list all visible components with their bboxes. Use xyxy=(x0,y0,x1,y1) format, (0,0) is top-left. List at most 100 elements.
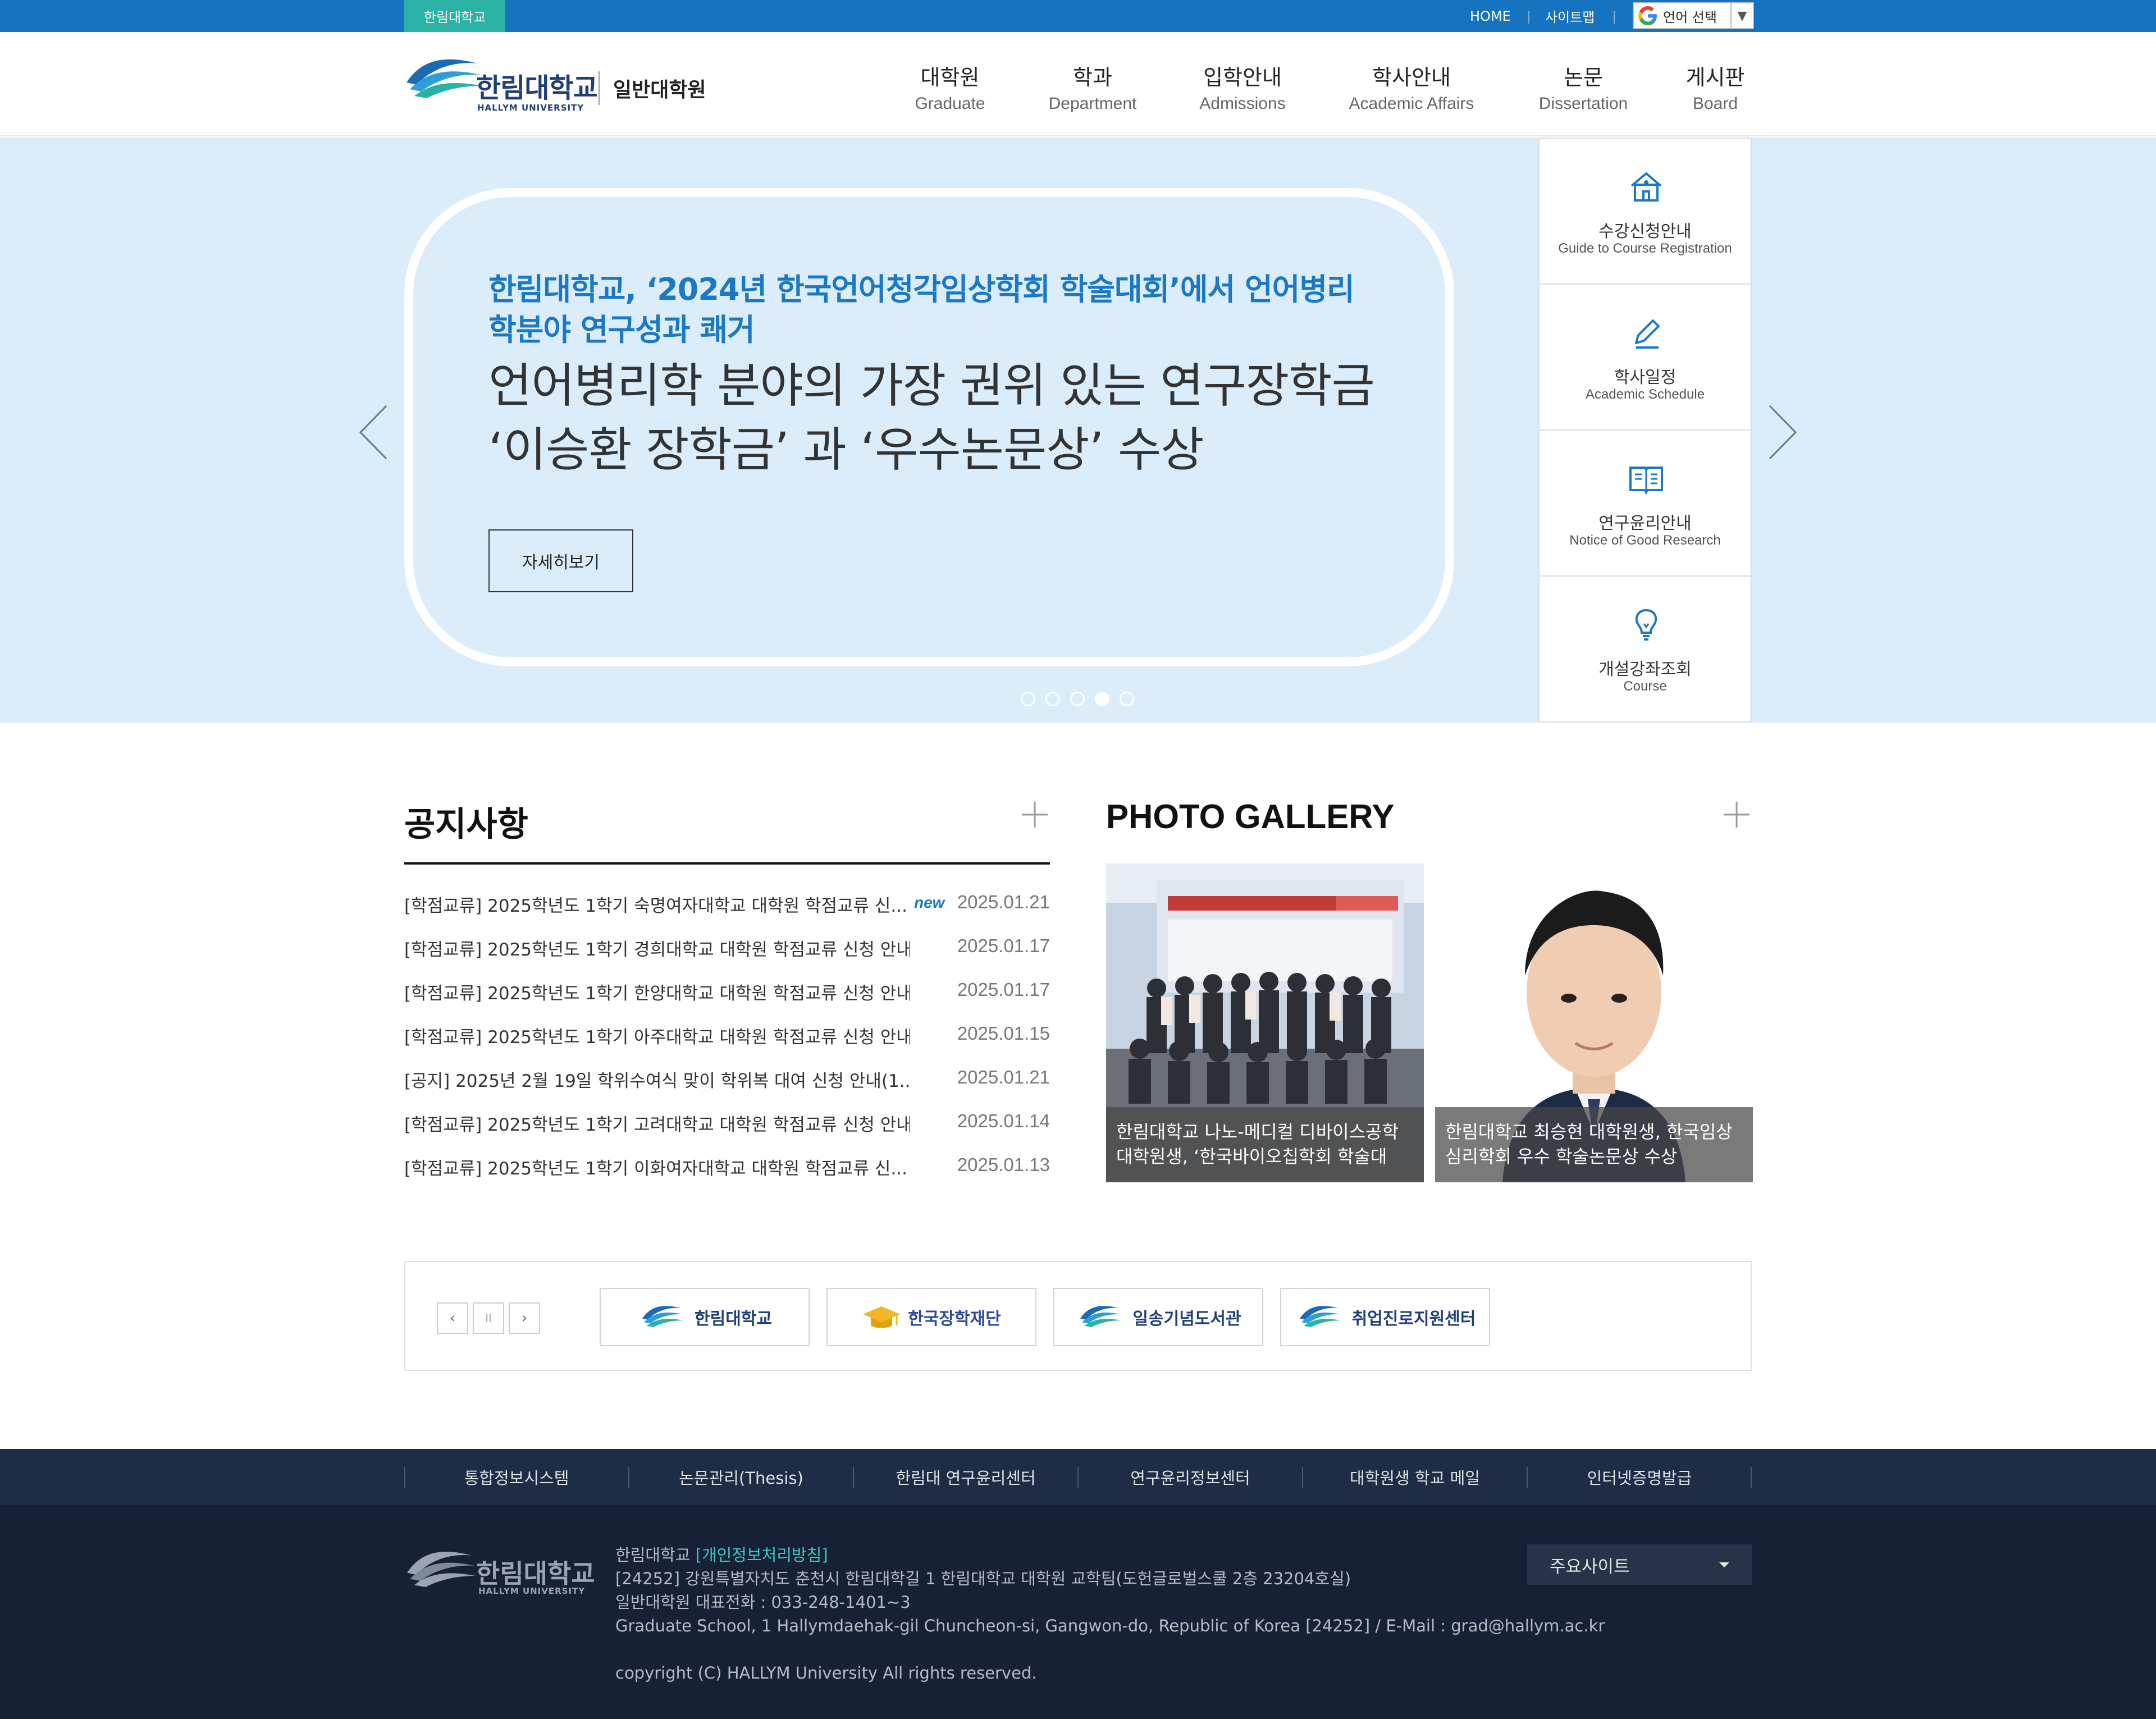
gallery-item[interactable]: 한림대학교 최승현 대학원생, 한국임상심리학회 우수 학술논문상 수상 xyxy=(1435,863,1753,1182)
quick-label-en: Notice of Good Research xyxy=(1569,533,1721,548)
footer-link-certificate[interactable]: 인터넷증명발급 xyxy=(1527,1449,1752,1505)
notice-date: 2025.01.21 xyxy=(957,1067,1050,1087)
partner-label: 취업진로지원센터 xyxy=(1351,1309,1476,1329)
quick-course-registration[interactable]: 수강신청안내 Guide to Course Registration xyxy=(1540,139,1751,285)
notice-title[interactable]: [학점교류] 2025학년도 1학기 고려대학교 대학원 학점교류 신청 안내 xyxy=(404,1110,910,1136)
footer-logo: 한림대학교 HALLYM UNIVERSITY xyxy=(404,1542,595,1610)
pencil-icon xyxy=(1635,319,1660,349)
quick-label-en: Academic Schedule xyxy=(1585,387,1705,402)
notice-title[interactable]: [학점교류] 2025학년도 1학기 이화여자대학교 대학원 학점교류 신... xyxy=(404,1154,910,1179)
book-icon xyxy=(1629,467,1663,495)
quick-menu: 수강신청안내 Guide to Course Registration 학사일정… xyxy=(1538,138,1752,723)
slide-pagination xyxy=(1021,692,1144,706)
notice-title[interactable]: [학점교류] 2025학년도 1학기 아주대학교 대학원 학점교류 신청 안내 xyxy=(404,1023,910,1048)
notice-row[interactable]: [학점교류] 2025학년도 1학기 숙명여자대학교 대학원 학점교류 신...… xyxy=(404,885,1050,918)
new-badge: new xyxy=(914,894,945,911)
footer-link-student-mail[interactable]: 대학원생 학교 메일 xyxy=(1303,1449,1527,1505)
notice-more-plus-icon[interactable] xyxy=(1021,801,1049,829)
nav-label-en: Department xyxy=(1048,94,1137,113)
hero-slider: 한림대학교, ‘2024년 한국언어청각임상학회 학술대회’에서 언어병리학분야… xyxy=(0,138,2156,723)
notice-row[interactable]: [공지] 2025년 2월 19일 학위수여식 맞이 학위복 대여 신청 안내(… xyxy=(404,1060,1050,1094)
slide-dot[interactable] xyxy=(1021,692,1035,706)
hallym-logo[interactable]: 한림대학교 HALLYM UNIVERSITY 일반대학원 xyxy=(404,49,707,122)
partner-pause-button[interactable]: II xyxy=(473,1302,504,1334)
quick-academic-schedule[interactable]: 학사일정 Academic Schedule xyxy=(1540,285,1751,431)
gallery-item[interactable]: 한림대학교 나노-메디컬 디바이스공학 대학원생, ‘한국바이오칩학회 학술대 xyxy=(1106,863,1424,1182)
graduation-cap-icon xyxy=(863,1306,901,1328)
logo-divider xyxy=(599,71,600,105)
partner-hallym[interactable]: 한림대학교 xyxy=(600,1288,810,1346)
partner-next-button[interactable]: › xyxy=(509,1302,540,1334)
home-link[interactable]: HOME xyxy=(1470,0,1511,32)
nav-academic-affairs[interactable]: 학사안내 Academic Affairs xyxy=(1339,60,1484,116)
footer-link-research-ethics-info[interactable]: 연구윤리정보센터 xyxy=(1078,1449,1303,1505)
quick-label-ko: 학사일정 xyxy=(1614,368,1677,387)
nav-label-ko: 대학원 xyxy=(920,65,980,90)
site-tab-hallym[interactable]: 한림대학교 xyxy=(404,0,505,32)
notice-date: 2025.01.21 xyxy=(957,891,1050,912)
google-icon xyxy=(1638,6,1657,25)
site-header: 한림대학교 HALLYM UNIVERSITY 일반대학원 대학원 Gradua… xyxy=(0,32,2156,136)
partner-career-center[interactable]: 취업진로지원센터 xyxy=(1280,1288,1490,1346)
logo-korean-text: 한림대학교 xyxy=(476,72,598,104)
privacy-policy-link[interactable]: [개인정보처리방침] xyxy=(696,1546,828,1565)
notice-section-title: 공지사항 xyxy=(404,805,528,844)
slide-dot[interactable] xyxy=(1070,692,1085,706)
slide-dot[interactable] xyxy=(1120,692,1134,706)
slide-dot-active[interactable] xyxy=(1095,692,1109,706)
read-more-button[interactable]: 자세히보기 xyxy=(488,529,633,592)
nav-label-ko: 입학안내 xyxy=(1203,65,1282,90)
partner-ilsong-library[interactable]: 일송기념도서관 xyxy=(1053,1288,1263,1346)
footer-link-thesis[interactable]: 논문관리(Thesis) xyxy=(629,1449,853,1505)
notice-row[interactable]: [학점교류] 2025학년도 1학기 한양대학교 대학원 학점교류 신청 안내 … xyxy=(404,972,1050,1006)
nav-department[interactable]: 학과 Department xyxy=(1039,60,1146,116)
notice-date: 2025.01.17 xyxy=(957,935,1050,956)
notice-title[interactable]: [공지] 2025년 2월 19일 학위수여식 맞이 학위복 대여 신청 안내(… xyxy=(404,1067,910,1092)
partner-kosaf[interactable]: 한국장학재단 xyxy=(826,1288,1036,1346)
language-select[interactable]: 언어 선택 ▼ xyxy=(1633,2,1754,29)
footer-org: 한림대학교 xyxy=(615,1546,691,1565)
notice-date: 2025.01.17 xyxy=(957,979,1050,1000)
partner-label: 한림대학교 xyxy=(695,1309,772,1329)
sitemap-link[interactable]: 사이트맵 xyxy=(1545,0,1595,32)
nav-dissertation[interactable]: 논문 Dissertation xyxy=(1525,60,1642,116)
partner-prev-button[interactable]: ‹ xyxy=(437,1302,468,1334)
footer-logo-korean: 한림대학교 xyxy=(476,1558,595,1589)
notice-date: 2025.01.14 xyxy=(957,1110,1050,1131)
notice-title[interactable]: [학점교류] 2025학년도 1학기 경희대학교 대학원 학점교류 신청 안내 xyxy=(404,935,910,961)
nav-graduate[interactable]: 대학원 Graduate xyxy=(907,60,993,116)
gallery-more-plus-icon[interactable] xyxy=(1723,801,1751,829)
nav-label-en: Admissions xyxy=(1199,94,1286,113)
nav-label-en: Dissertation xyxy=(1538,94,1628,113)
notice-title[interactable]: [학점교류] 2025학년도 1학기 한양대학교 대학원 학점교류 신청 안내 xyxy=(404,979,910,1004)
family-site-select[interactable]: 주요사이트 xyxy=(1527,1544,1752,1585)
notice-row[interactable]: [학점교류] 2025학년도 1학기 경희대학교 대학원 학점교류 신청 안내 … xyxy=(404,929,1050,962)
top-separator xyxy=(1614,11,1615,24)
caret-down-icon xyxy=(1719,1562,1729,1567)
footer-address: [24252] 강원특별자치도 춘천시 한림대학길 1 한림대학교 대학원 교학… xyxy=(615,1569,1351,1588)
notice-title[interactable]: [학점교류] 2025학년도 1학기 숙명여자대학교 대학원 학점교류 신... xyxy=(404,891,910,917)
nav-label-en: Board xyxy=(1692,94,1738,113)
footer-logo-english: HALLYM UNIVERSITY xyxy=(478,1586,586,1596)
footer-link-integrated-system[interactable]: 통합정보시스템 xyxy=(404,1449,629,1505)
slide-dot[interactable] xyxy=(1045,692,1060,706)
footer-address-english: Graduate School, 1 Hallymdaehak-gil Chun… xyxy=(615,1616,1605,1635)
footer-link-separator xyxy=(1751,1467,1752,1488)
hero-subtitle: 언어병리학 분야의 가장 권위 있는 연구장학금 ‘이승환 장학금’ 과 ‘우수… xyxy=(488,358,1375,477)
hallym-wave-logo-icon xyxy=(407,1552,476,1587)
notice-row[interactable]: [학점교류] 2025학년도 1학기 고려대학교 대학원 학점교류 신청 안내 … xyxy=(404,1104,1050,1137)
nav-label-en: Graduate xyxy=(915,94,985,113)
footer-link-research-ethics-center[interactable]: 한림대 연구윤리센터 xyxy=(853,1449,1078,1505)
hallym-wave-logo-icon xyxy=(1299,1306,1341,1327)
quick-course-search[interactable]: 개설강좌조회 Course xyxy=(1540,577,1751,723)
chevron-left-icon[interactable] xyxy=(354,401,393,463)
notice-row[interactable]: [학점교류] 2025학년도 1학기 아주대학교 대학원 학점교류 신청 안내 … xyxy=(404,1016,1050,1050)
notice-row[interactable]: [학점교류] 2025학년도 1학기 이화여자대학교 대학원 학점교류 신...… xyxy=(404,1147,1050,1181)
top-utility-bar: 한림대학교 HOME 사이트맵 언어 선택 ▼ xyxy=(0,0,2156,32)
quick-research-ethics[interactable]: 연구윤리안내 Notice of Good Research xyxy=(1540,431,1751,577)
chevron-right-icon[interactable] xyxy=(1763,401,1802,463)
nav-board[interactable]: 게시판 Board xyxy=(1673,60,1757,116)
hero-title[interactable]: 한림대학교, ‘2024년 한국언어청각임상학회 학술대회’에서 언어병리학분야… xyxy=(488,269,1364,350)
nav-admissions[interactable]: 입학안내 Admissions xyxy=(1190,60,1295,116)
notice-date: 2025.01.15 xyxy=(957,1023,1050,1044)
